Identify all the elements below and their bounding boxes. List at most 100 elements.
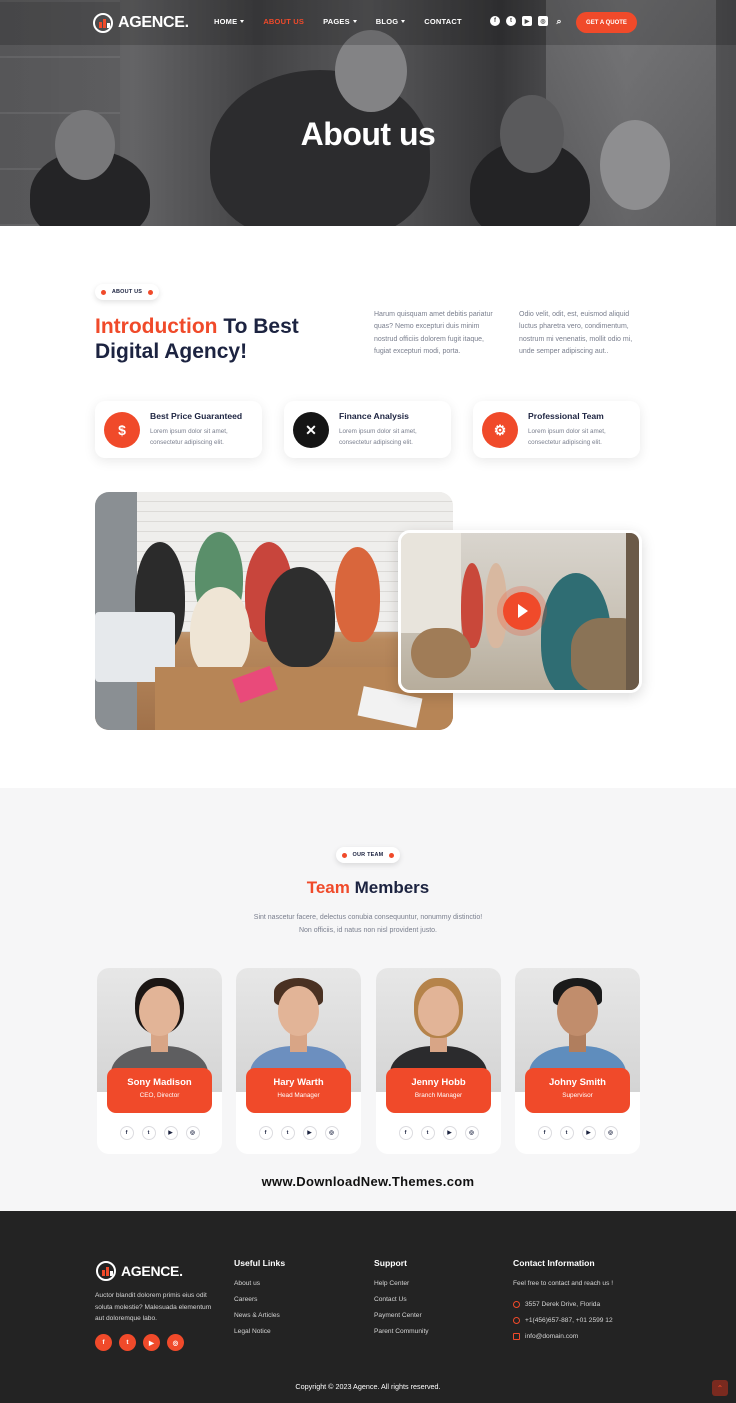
member-name: Hary Warth — [273, 1077, 324, 1088]
contact-intro: Feel free to contact and reach us ! — [513, 1280, 614, 1287]
nav-about-us[interactable]: ABOUT US — [263, 17, 304, 26]
instagram-icon[interactable]: ◎ — [324, 1126, 339, 1140]
footer-link-careers[interactable]: Careers — [234, 1296, 257, 1303]
twitter-icon[interactable]: t — [119, 1334, 136, 1351]
member-role: CEO, Director — [139, 1092, 180, 1099]
instagram-icon[interactable]: ◎ — [464, 1126, 479, 1140]
instagram-icon[interactable]: ◎ — [538, 16, 548, 26]
scroll-to-top-button[interactable]: ⌃ — [712, 1380, 728, 1396]
feature-title: Professional Team — [528, 411, 604, 421]
main-nav: HOME ABOUT US PAGES BLOG CONTACT — [214, 17, 481, 26]
member-role: Branch Manager — [414, 1092, 463, 1099]
member-name-box: Sony Madison CEO, Director — [107, 1068, 212, 1113]
youtube-icon[interactable]: ▶ — [302, 1126, 317, 1140]
footer-link-help-center[interactable]: Help Center — [374, 1280, 409, 1287]
nav-blog[interactable]: BLOG — [376, 17, 406, 26]
intro-heading: Introduction To Best Digital Agency! — [95, 315, 299, 363]
feature-card-professional-team: ⚙ Professional Team Lorem ipsum dolor si… — [473, 401, 640, 458]
facebook-icon[interactable]: f — [537, 1126, 552, 1140]
footer-social-links: f t ▶ ◎ — [95, 1334, 184, 1351]
member-role: Supervisor — [562, 1092, 593, 1099]
footer-link-news[interactable]: News & Articles — [234, 1312, 280, 1319]
page-title: About us — [300, 116, 436, 152]
chevron-up-icon: ⌃ — [716, 1383, 724, 1393]
contact-address: 3557 Derek Drive, Florida — [513, 1301, 600, 1308]
our-team-label: OUR TEAM — [336, 847, 400, 863]
useful-links-title: Useful Links — [234, 1258, 286, 1268]
copyright-text: Copyright © 2023 Agence. All rights rese… — [295, 1382, 441, 1391]
mail-icon — [513, 1333, 520, 1340]
team-card: Jenny Hobb Branch Manager f t ▶ ◎ — [376, 968, 501, 1154]
feature-card-finance-analysis: ✕ Finance Analysis Lorem ipsum dolor sit… — [284, 401, 451, 458]
about-us-label: ABOUT US — [95, 284, 159, 300]
member-name-box: Johny Smith Supervisor — [525, 1068, 630, 1113]
chevron-down-icon — [401, 20, 406, 23]
twitter-icon[interactable]: t — [559, 1126, 574, 1140]
facebook-icon[interactable]: f — [398, 1126, 413, 1140]
twitter-icon[interactable]: t — [420, 1126, 435, 1140]
user-gear-icon: ⚙ — [482, 412, 518, 448]
top-navigation: AGENCE. HOME ABOUT US PAGES BLOG CONTACT… — [0, 0, 736, 45]
youtube-icon[interactable]: ▶ — [143, 1334, 160, 1351]
logo-icon — [93, 13, 113, 33]
hero-banner: AGENCE. HOME ABOUT US PAGES BLOG CONTACT… — [0, 0, 736, 226]
footer-link-payment-center[interactable]: Payment Center — [374, 1312, 422, 1319]
member-role: Head Manager — [277, 1092, 320, 1099]
phone-icon — [513, 1317, 520, 1324]
chevron-down-icon — [352, 20, 357, 23]
member-name: Sony Madison — [127, 1077, 192, 1088]
member-social-links: f t ▶ ◎ — [376, 1126, 501, 1140]
instagram-icon[interactable]: ◎ — [167, 1334, 184, 1351]
hand-dollar-icon: $ — [104, 412, 140, 448]
feature-desc: Lorem ipsum dolor sit amet, consectetur … — [528, 428, 606, 446]
facebook-icon[interactable]: f — [258, 1126, 273, 1140]
feature-title: Finance Analysis — [339, 411, 409, 421]
footer-link-legal[interactable]: Legal Notice — [234, 1328, 271, 1335]
twitter-icon[interactable]: t — [141, 1126, 156, 1140]
facebook-icon[interactable]: f — [119, 1126, 134, 1140]
logo[interactable]: AGENCE. — [93, 13, 189, 33]
member-name-box: Hary Warth Head Manager — [246, 1068, 351, 1113]
contact-phone[interactable]: +1(456)657-887, +01 2599 12 — [513, 1317, 613, 1324]
member-name: Johny Smith — [548, 1077, 606, 1088]
footer-logo[interactable]: AGENCE. — [96, 1261, 183, 1281]
contact-info-title: Contact Information — [513, 1258, 595, 1268]
chevron-down-icon — [240, 20, 245, 23]
team-heading: Team Members — [306, 878, 430, 897]
team-subtitle: Sint nascetur facere, delectus conubia c… — [253, 914, 483, 934]
member-social-links: f t ▶ ◎ — [97, 1126, 222, 1140]
watermark-text: www.DownloadNew.Themes.com — [261, 1174, 475, 1189]
footer-about-text: Auctor blandit dolorem primis eius odit … — [95, 1292, 212, 1322]
footer-link-contact-us[interactable]: Contact Us — [374, 1296, 407, 1303]
feature-desc: Lorem ipsum dolor sit amet, consectetur … — [339, 428, 417, 446]
search-icon[interactable]: ⌕ — [554, 16, 564, 26]
youtube-icon[interactable]: ▶ — [522, 16, 532, 26]
youtube-icon[interactable]: ▶ — [442, 1126, 457, 1140]
instagram-icon[interactable]: ◎ — [603, 1126, 618, 1140]
logo-icon — [96, 1261, 116, 1281]
twitter-icon[interactable]: t — [280, 1126, 295, 1140]
member-name: Jenny Hobb — [411, 1077, 466, 1088]
youtube-icon[interactable]: ▶ — [163, 1126, 178, 1140]
get-a-quote-button[interactable]: GET A QUOTE — [576, 12, 637, 33]
twitter-icon[interactable]: t — [506, 16, 516, 26]
instagram-icon[interactable]: ◎ — [185, 1126, 200, 1140]
nav-home[interactable]: HOME — [214, 17, 245, 26]
member-name-box: Jenny Hobb Branch Manager — [386, 1068, 491, 1113]
feature-desc: Lorem ipsum dolor sit amet, consectetur … — [150, 428, 228, 446]
logo-text: AGENCE. — [121, 1263, 183, 1279]
video-thumbnail[interactable] — [398, 530, 642, 693]
team-card: Sony Madison CEO, Director f t ▶ ◎ — [97, 968, 222, 1154]
contact-email[interactable]: info@domain.com — [513, 1333, 578, 1340]
header-social-links: f t ▶ ◎ ⌕ — [490, 16, 564, 26]
member-social-links: f t ▶ ◎ — [515, 1126, 640, 1140]
intro-paragraph-1: Harum quisquam amet debitis pariatur qua… — [374, 311, 493, 355]
facebook-icon[interactable]: f — [95, 1334, 112, 1351]
footer-link-parent-community[interactable]: Parent Community — [374, 1328, 429, 1335]
facebook-icon[interactable]: f — [490, 16, 500, 26]
nav-contact[interactable]: CONTACT — [424, 17, 462, 26]
youtube-icon[interactable]: ▶ — [581, 1126, 596, 1140]
footer-link-about-us[interactable]: About us — [234, 1280, 260, 1287]
play-icon[interactable] — [503, 592, 541, 630]
nav-pages[interactable]: PAGES — [323, 17, 357, 26]
